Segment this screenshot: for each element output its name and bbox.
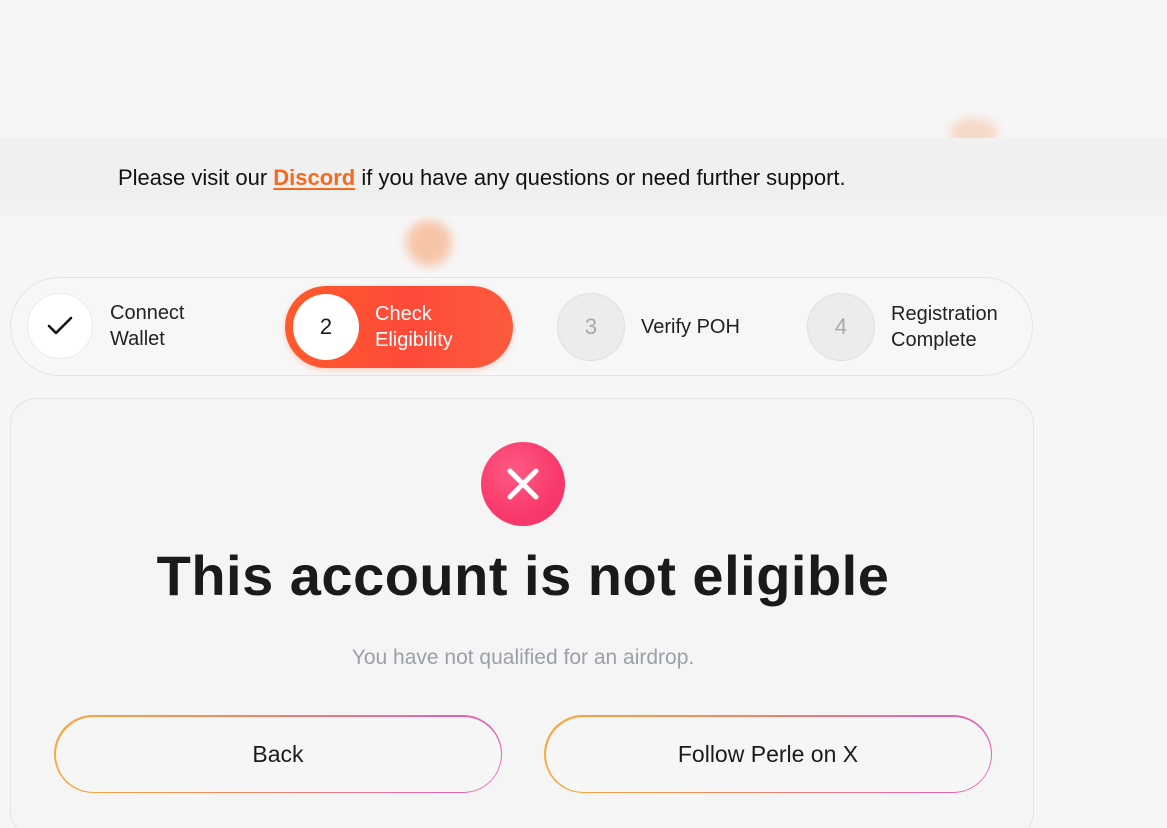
discord-link[interactable]: Discord [273, 165, 355, 190]
decorative-blob [406, 220, 452, 266]
step-label-line: Wallet [110, 328, 165, 350]
step-label-line: Eligibility [375, 329, 453, 351]
step-circle [27, 293, 93, 359]
eligibility-page: Please visit our Discord if you have any… [0, 0, 1167, 828]
step-label: Connect Wallet [110, 300, 240, 352]
result-card: This account is not eligible You have no… [10, 398, 1034, 828]
result-title: This account is not eligible [156, 544, 890, 607]
back-button[interactable]: Back [54, 715, 502, 793]
step-number: 3 [557, 293, 625, 361]
banner-text-before: Please visit our [118, 165, 274, 190]
check-icon [47, 316, 73, 335]
back-button-label: Back [55, 716, 501, 792]
follow-on-x-button[interactable]: Follow Perle on X [544, 715, 992, 793]
support-banner-text: Please visit our Discord if you have any… [118, 164, 846, 192]
step-verify-poh: 3 Verify POH [557, 293, 771, 361]
step-label: Registration Complete [891, 301, 1021, 353]
step-label-line: Complete [891, 329, 977, 351]
step-number: 2 [293, 294, 359, 360]
follow-button-label: Follow Perle on X [545, 716, 991, 792]
result-subtitle: You have not qualified for an airdrop. [351, 646, 695, 669]
error-badge [481, 442, 565, 526]
step-registration-complete: 4 Registration Complete [807, 293, 1021, 361]
step-number: 4 [807, 293, 875, 361]
banner-text-after: if you have any questions or need furthe… [355, 165, 846, 190]
step-label: Check Eligibility [375, 301, 505, 353]
close-icon [507, 468, 539, 500]
step-label-line: Verify POH [641, 316, 740, 338]
progress-stepper: Connect Wallet 2 Check Eligibility 3 Ver… [10, 277, 1033, 376]
step-label-line: Check [375, 303, 432, 325]
step-check-eligibility: 2 Check Eligibility [285, 286, 513, 368]
step-connect-wallet: Connect Wallet [27, 293, 240, 359]
step-label: Verify POH [641, 314, 771, 340]
step-label-line: Registration [891, 303, 998, 325]
step-label-line: Connect [110, 302, 185, 324]
